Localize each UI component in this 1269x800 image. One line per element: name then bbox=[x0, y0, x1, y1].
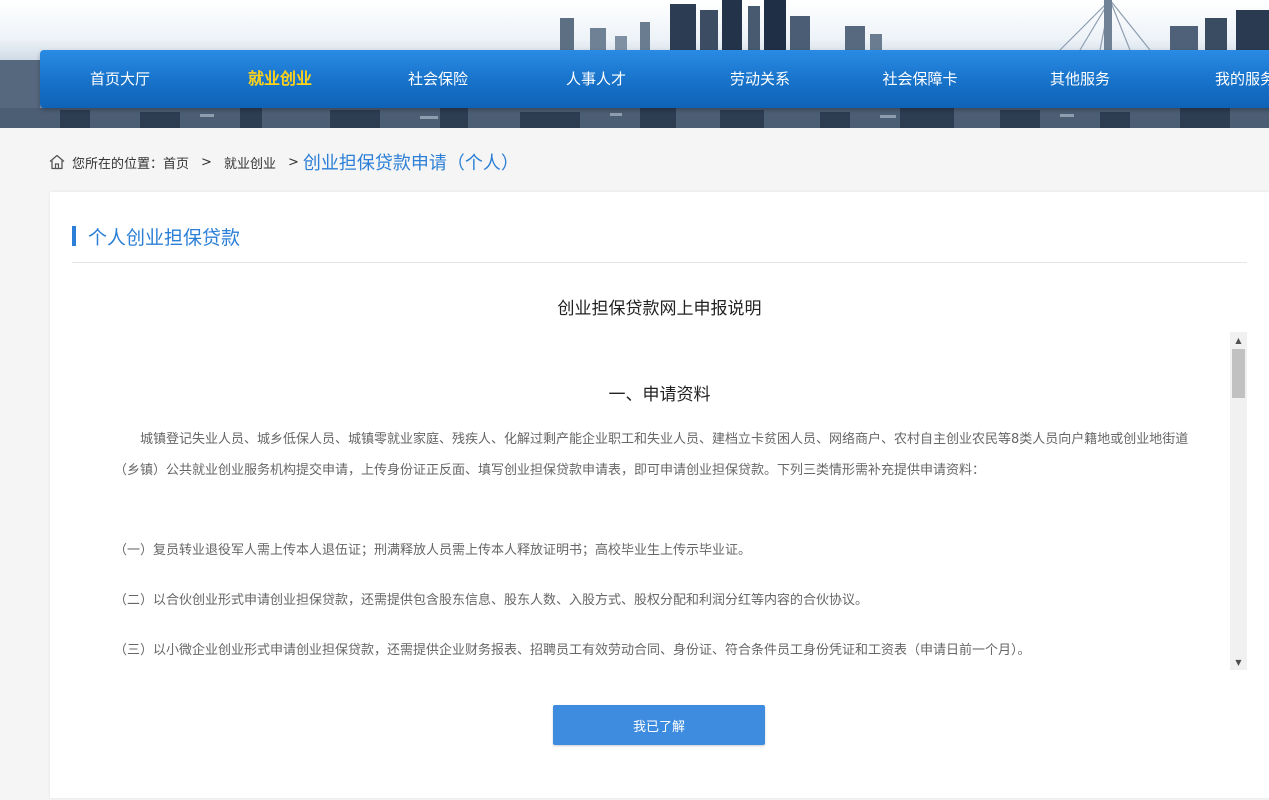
acknowledge-button[interactable]: 我已了解 bbox=[553, 705, 765, 745]
section-title: 一、申请资料 bbox=[608, 385, 711, 405]
nav-item-social-insurance[interactable]: 社会保险 bbox=[358, 50, 518, 108]
scroll-down-arrow-icon[interactable]: ▼ bbox=[1230, 654, 1247, 670]
breadcrumb-separator: > bbox=[287, 154, 299, 170]
header-banner: 首页大厅 就业创业 社会保险 人事人才 劳动关系 社会保障卡 其他服务 我的服务 bbox=[0, 0, 1269, 128]
breadcrumb-current: 创业担保贷款申请（个人） bbox=[302, 153, 519, 174]
notice-title: 创业担保贷款网上申报说明 bbox=[557, 299, 762, 319]
vertical-scrollbar[interactable]: ▲ ▼ bbox=[1230, 332, 1247, 670]
requirement-item: （三）以小微企业创业形式申请创业担保贷款，还需提供企业财务报表、招聘员工有效劳动… bbox=[114, 643, 1031, 658]
requirement-item: （二）以合伙创业形式申请创业担保贷款，还需提供包含股东信息、股东人数、入股方式、… bbox=[114, 593, 869, 608]
content-card: 个人创业担保贷款 创业担保贷款网上申报说明 一、申请资料 城镇登记失业人员、城乡… bbox=[50, 192, 1269, 798]
scroll-thumb[interactable] bbox=[1232, 349, 1245, 398]
intro-paragraph: 城镇登记失业人员、城乡低保人员、城镇零就业家庭、残疾人、化解过剩产能企业职工和失… bbox=[114, 432, 1189, 478]
requirement-item: （一）复员转业退役军人需上传本人退伍证；刑满释放人员需上传本人释放证明书；高校毕… bbox=[114, 543, 752, 558]
breadcrumb-section-link[interactable]: 就业创业 bbox=[224, 153, 276, 172]
breadcrumb-prefix: 您所在的位置： bbox=[72, 156, 164, 172]
nav-item-other-services[interactable]: 其他服务 bbox=[1000, 50, 1160, 108]
breadcrumb-separator: > bbox=[201, 154, 212, 170]
nav-item-my-services[interactable]: 我的服务 bbox=[1165, 50, 1269, 108]
nav-item-personnel[interactable]: 人事人才 bbox=[516, 50, 676, 108]
divider bbox=[72, 262, 1247, 263]
main-nav: 首页大厅 就业创业 社会保险 人事人才 劳动关系 社会保障卡 其他服务 我的服务 bbox=[40, 50, 1269, 108]
breadcrumb-home-link[interactable]: 首页 bbox=[163, 153, 189, 172]
nav-item-employment[interactable]: 就业创业 bbox=[200, 50, 360, 108]
scroll-up-arrow-icon[interactable]: ▲ bbox=[1230, 332, 1247, 348]
nav-item-labor-relations[interactable]: 劳动关系 bbox=[680, 50, 840, 108]
nav-item-social-security-card[interactable]: 社会保障卡 bbox=[840, 50, 1000, 108]
nav-item-home-hall[interactable]: 首页大厅 bbox=[40, 50, 200, 108]
breadcrumb: 您所在的位置： 首页 > 就业创业 > 创业担保贷款申请（个人） bbox=[48, 147, 519, 177]
notice-scroll-box[interactable]: 一、申请资料 城镇登记失业人员、城乡低保人员、城镇零就业家庭、残疾人、化解过剩产… bbox=[72, 332, 1247, 670]
card-title-text: 个人创业担保贷款 bbox=[88, 226, 241, 249]
title-accent-bar bbox=[72, 226, 76, 246]
card-title: 个人创业担保贷款 bbox=[72, 224, 241, 249]
home-icon bbox=[49, 154, 65, 170]
